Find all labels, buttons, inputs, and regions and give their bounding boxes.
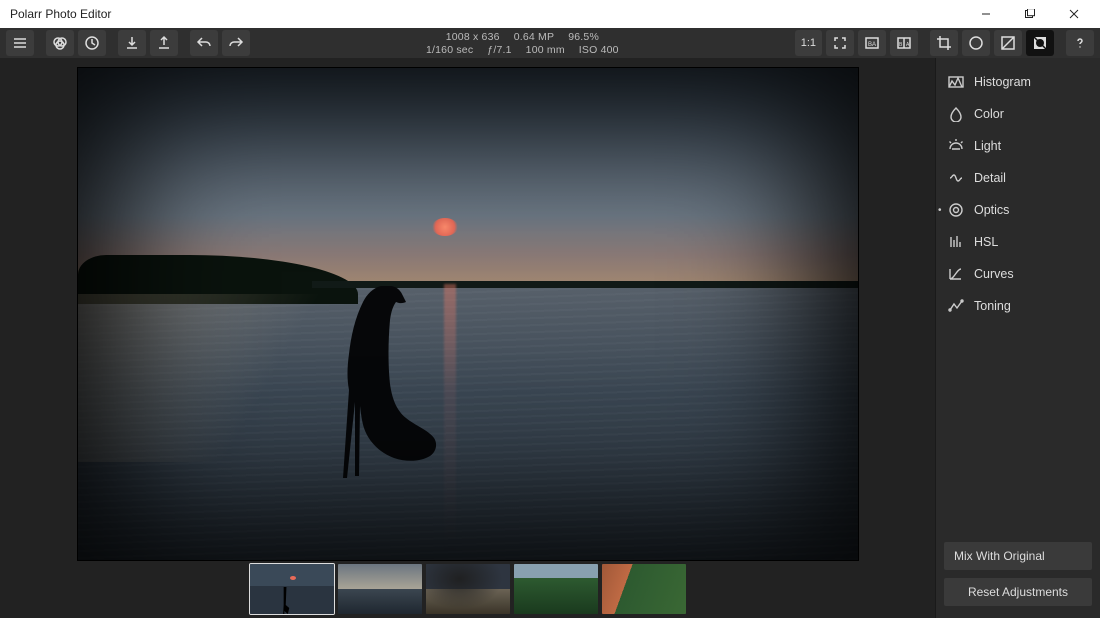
sidebar-item-label: Light <box>974 139 1001 153</box>
top-toolbar: 1008 x 636 0.64 MP 96.5% 1/160 sec ƒ/7.1… <box>0 28 1100 58</box>
history-button[interactable] <box>78 30 106 56</box>
close-button[interactable] <box>1052 0 1096 28</box>
compare-ba-button[interactable]: BA <box>858 30 886 56</box>
window-controls <box>964 0 1096 28</box>
sidebar-item-hsl[interactable]: HSL <box>936 226 1100 258</box>
radial-button[interactable] <box>962 30 990 56</box>
thumbnail[interactable] <box>426 564 510 614</box>
toning-icon <box>948 298 964 314</box>
crop-button[interactable] <box>930 30 958 56</box>
window-titlebar: Polarr Photo Editor <box>0 0 1100 28</box>
thumbnail[interactable] <box>514 564 598 614</box>
filters-button[interactable] <box>46 30 74 56</box>
sidebar-item-detail[interactable]: Detail <box>936 162 1100 194</box>
sidebar-item-histogram[interactable]: Histogram <box>936 66 1100 98</box>
gradient-button[interactable] <box>994 30 1022 56</box>
filmstrip <box>250 560 686 614</box>
hsl-icon <box>948 234 964 250</box>
reset-adjustments-button[interactable]: Reset Adjustments <box>944 578 1092 606</box>
thumbnail[interactable] <box>338 564 422 614</box>
sidebar-item-label: HSL <box>974 235 998 249</box>
mix-with-original-button[interactable]: Mix With Original <box>944 542 1092 570</box>
redo-button[interactable] <box>222 30 250 56</box>
help-button[interactable] <box>1066 30 1094 56</box>
info-aperture: ƒ/7.1 <box>487 44 511 56</box>
color-icon <box>948 106 964 122</box>
sidebar-item-label: Histogram <box>974 75 1031 89</box>
app-body: Histogram Color Light Detail Optics HSL <box>0 58 1100 618</box>
minimize-button[interactable] <box>964 0 1008 28</box>
svg-text:BA: BA <box>868 42 876 48</box>
sidebar-item-label: Optics <box>974 203 1009 217</box>
sidebar-item-label: Curves <box>974 267 1014 281</box>
sidebar-item-label: Detail <box>974 171 1006 185</box>
sidebar-item-color[interactable]: Color <box>936 98 1100 130</box>
info-shutter: 1/160 sec <box>426 44 473 56</box>
svg-text:B: B <box>899 42 903 48</box>
sidebar-item-light[interactable]: Light <box>936 130 1100 162</box>
sidebar-item-toning[interactable]: Toning <box>936 290 1100 322</box>
menu-button[interactable] <box>6 30 34 56</box>
heron-silhouette <box>312 284 452 560</box>
info-zoom: 96.5% <box>568 31 599 43</box>
sidebar-item-label: Toning <box>974 299 1011 313</box>
app-root: 1008 x 636 0.64 MP 96.5% 1/160 sec ƒ/7.1… <box>0 28 1100 618</box>
fullscreen-button[interactable] <box>826 30 854 56</box>
app-title: Polarr Photo Editor <box>10 7 111 21</box>
thumbnail[interactable] <box>250 564 334 614</box>
adjustments-button[interactable] <box>1026 30 1054 56</box>
export-button[interactable] <box>150 30 178 56</box>
light-icon <box>948 138 964 154</box>
adjustments-sidebar: Histogram Color Light Detail Optics HSL <box>935 58 1100 618</box>
image-info: 1008 x 636 0.64 MP 96.5% 1/160 sec ƒ/7.1… <box>254 31 791 56</box>
histogram-icon <box>948 74 964 90</box>
sidebar-item-curves[interactable]: Curves <box>936 258 1100 290</box>
sidebar-item-label: Color <box>974 107 1004 121</box>
toolbar-right-group: 1:1 BA BA <box>795 30 1094 56</box>
thumbnail[interactable] <box>602 564 686 614</box>
info-megapixels: 0.64 MP <box>514 31 555 43</box>
canvas-area <box>0 58 935 618</box>
maximize-button[interactable] <box>1008 0 1052 28</box>
optics-icon <box>948 202 964 218</box>
zoom-ratio-button[interactable]: 1:1 <box>795 30 822 56</box>
detail-icon <box>948 170 964 186</box>
main-photo[interactable] <box>78 68 858 560</box>
curves-icon <box>948 266 964 282</box>
info-dimensions: 1008 x 636 <box>446 31 500 43</box>
sidebar-item-optics[interactable]: Optics <box>936 194 1100 226</box>
import-button[interactable] <box>118 30 146 56</box>
info-iso: ISO 400 <box>579 44 619 56</box>
undo-button[interactable] <box>190 30 218 56</box>
info-focal: 100 mm <box>526 44 565 56</box>
compare-split-button[interactable]: BA <box>890 30 918 56</box>
